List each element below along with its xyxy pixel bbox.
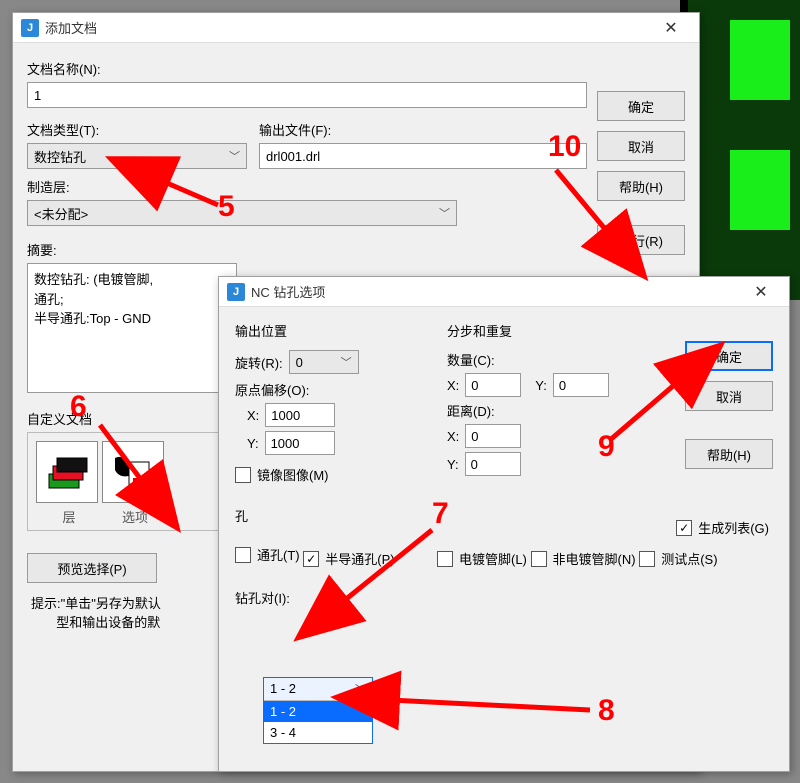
help-button[interactable]: 帮助(H) <box>597 171 685 201</box>
origin-y-value: 1000 <box>271 436 300 451</box>
partial-via-checkbox[interactable]: 半导通孔(P) <box>303 549 394 568</box>
y-label: Y: <box>535 378 547 393</box>
dist-x-input[interactable]: 0 <box>465 424 521 448</box>
fab-layer-value: <未分配> <box>34 204 88 223</box>
layers-icon <box>43 448 91 496</box>
pcb-ref-text: 1N0037 <box>757 178 768 213</box>
chevron-down-icon: ﹀ <box>439 205 450 221</box>
chevron-down-icon: ﹀ <box>341 354 352 370</box>
drill-pair-dropdown[interactable]: 1 - 2 ﹀ 1 - 2 3 - 4 <box>263 677 373 744</box>
options-caption: 选项 <box>102 507 168 526</box>
doc-type-combo[interactable]: 数控钻孔 ﹀ <box>27 143 247 169</box>
testpoint-label: 测试点(S) <box>661 549 717 568</box>
plated-label: 电镀管脚(L) <box>459 549 527 568</box>
plated-pin-checkbox[interactable]: 电镀管脚(L) <box>437 549 527 568</box>
gen-list-checkbox[interactable]: 生成列表(G) <box>676 518 769 537</box>
pcb-ref-text: 1N0037 <box>757 48 768 83</box>
through-hole-checkbox[interactable]: 通孔(T) <box>235 545 300 564</box>
drill-pair-selected[interactable]: 1 - 2 ﹀ <box>264 678 372 701</box>
x-label: X: <box>447 378 459 393</box>
chevron-down-icon: ﹀ <box>355 681 366 697</box>
origin-x-value: 1000 <box>271 408 300 423</box>
doc-name-input[interactable]: 1 <box>27 82 587 108</box>
output-file-label: 输出文件(F): <box>259 120 587 139</box>
close-icon[interactable]: ✕ <box>651 14 691 42</box>
window-title: 添加文档 <box>45 18 651 37</box>
output-file-input[interactable]: drl001.drl <box>259 143 587 169</box>
hint-line: 提示:"单击"另存为默认 <box>31 596 161 611</box>
layers-button[interactable] <box>36 441 98 503</box>
rotate-value: 0 <box>296 355 303 370</box>
nc-drill-options-dialog: J NC 钻孔选项 ✕ 输出位置 旋转(R): 0 ﹀ 原点偏移(O): X: … <box>218 276 790 772</box>
ok-button[interactable]: 确定 <box>685 341 773 371</box>
rotate-combo[interactable]: 0 ﹀ <box>289 350 359 374</box>
ok-button[interactable]: 确定 <box>597 91 685 121</box>
unplated-pin-checkbox[interactable]: 非电镀管脚(N) <box>531 549 636 568</box>
origin-offset-label: 原点偏移(O): <box>235 380 435 399</box>
origin-x-input[interactable]: 1000 <box>265 403 335 427</box>
output-position-group: 输出位置 <box>235 321 435 340</box>
summary-line: 通孔; <box>34 290 230 310</box>
count-x-input[interactable]: 0 <box>465 373 521 397</box>
y-label: Y: <box>247 436 259 451</box>
drill-pair-label: 钻孔对(I): <box>235 588 425 607</box>
hand-document-icon <box>109 448 157 496</box>
close-icon[interactable]: ✕ <box>741 278 781 306</box>
summary-line: 数控钻孔: (电镀管脚, <box>34 270 230 290</box>
dist-y-value: 0 <box>471 457 478 472</box>
fab-layer-combo[interactable]: <未分配> ﹀ <box>27 200 457 226</box>
partial-label: 半导通孔(P) <box>325 549 394 568</box>
custom-doc-label: 自定义文档 <box>27 409 237 428</box>
summary-label: 摘要: <box>27 240 685 259</box>
count-y-input[interactable]: 0 <box>553 373 609 397</box>
y-label: Y: <box>447 457 459 472</box>
rotate-label: 旋转(R): <box>235 353 283 372</box>
hint-line: 型和输出设备的默 <box>56 615 160 630</box>
app-icon: J <box>21 19 39 37</box>
cancel-button[interactable]: 取消 <box>685 381 773 411</box>
doc-type-value: 数控钻孔 <box>34 147 86 166</box>
x-label: X: <box>447 429 459 444</box>
run-button[interactable]: 运行(R) <box>597 225 685 255</box>
through-label: 通孔(T) <box>257 545 300 564</box>
titlebar: J 添加文档 ✕ <box>13 13 699 43</box>
titlebar: J NC 钻孔选项 ✕ <box>219 277 789 307</box>
doc-name-value: 1 <box>34 88 41 103</box>
unplated-label: 非电镀管脚(N) <box>553 549 636 568</box>
mirror-checkbox[interactable]: 镜像图像(M) <box>235 465 329 484</box>
fab-layer-label: 制造层: <box>27 177 685 196</box>
drill-pair-selected-value: 1 - 2 <box>270 681 296 697</box>
dist-y-input[interactable]: 0 <box>465 452 521 476</box>
x-label: X: <box>247 408 259 423</box>
help-button[interactable]: 帮助(H) <box>685 439 773 469</box>
count-y-value: 0 <box>559 378 566 393</box>
count-x-value: 0 <box>471 378 478 393</box>
options-button[interactable] <box>102 441 164 503</box>
count-label: 数量(C): <box>447 350 642 369</box>
app-icon: J <box>227 283 245 301</box>
mirror-label: 镜像图像(M) <box>257 465 329 484</box>
output-file-value: drl001.drl <box>266 149 320 164</box>
preview-select-button[interactable]: 预览选择(P) <box>27 553 157 583</box>
doc-name-label: 文档名称(N): <box>27 59 685 78</box>
window-title: NC 钻孔选项 <box>251 282 741 301</box>
step-repeat-group: 分步和重复 <box>447 321 642 340</box>
doc-type-label: 文档类型(T): <box>27 120 247 139</box>
summary-text: 数控钻孔: (电镀管脚, 通孔; 半导通孔:Top - GND <box>27 263 237 393</box>
drill-pair-option[interactable]: 1 - 2 <box>264 701 372 722</box>
gen-list-label: 生成列表(G) <box>698 518 769 537</box>
layers-caption: 层 <box>36 507 102 526</box>
testpoint-checkbox[interactable]: 测试点(S) <box>639 549 717 568</box>
origin-y-input[interactable]: 1000 <box>265 431 335 455</box>
distance-label: 距离(D): <box>447 401 642 420</box>
cancel-button[interactable]: 取消 <box>597 131 685 161</box>
summary-line: 半导通孔:Top - GND <box>34 309 230 329</box>
drill-pair-option[interactable]: 3 - 4 <box>264 722 372 743</box>
chevron-down-icon: ﹀ <box>229 148 240 164</box>
dist-x-value: 0 <box>471 429 478 444</box>
